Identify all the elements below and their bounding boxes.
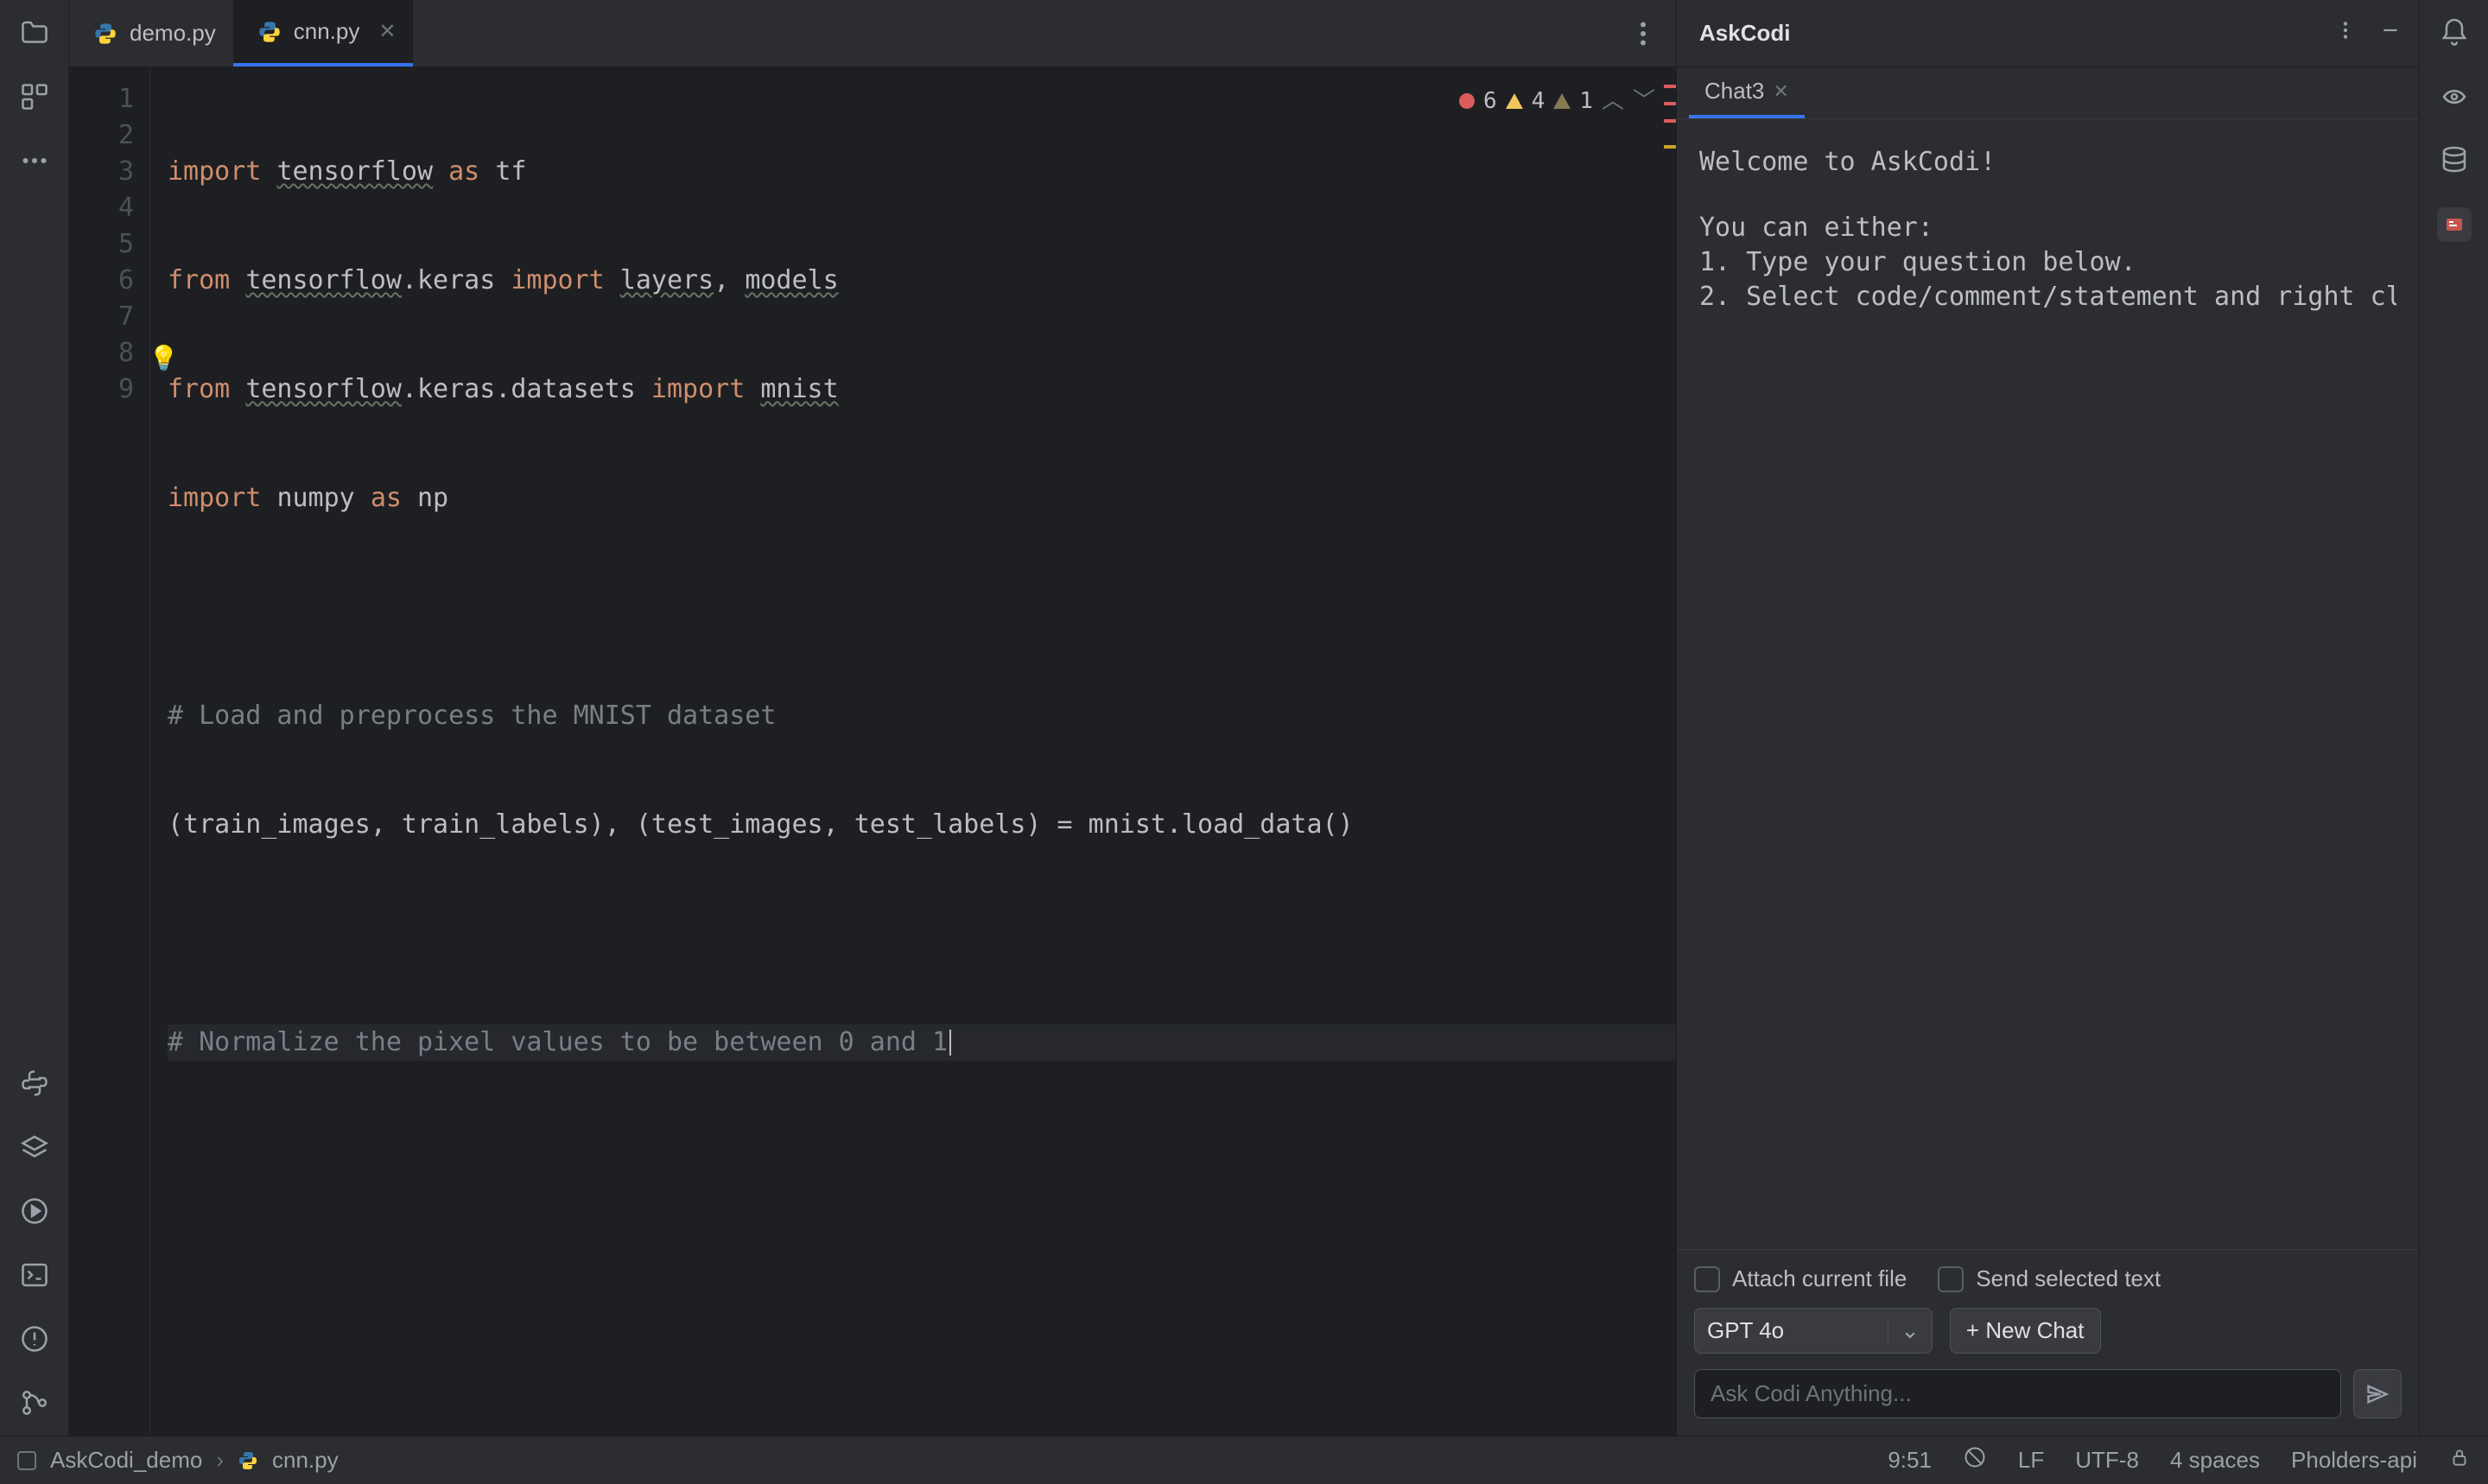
chevron-down-icon: ⌄ (1888, 1317, 1920, 1344)
instruction-option-1: 1. Type your question below. (1699, 245, 2396, 280)
file-encoding[interactable]: UTF-8 (2075, 1447, 2139, 1474)
code-content[interactable]: import tensorflow as tf from tensorflow.… (150, 67, 1676, 1436)
model-value: GPT 4o (1707, 1317, 1784, 1344)
status-bar: AskCodi_demo › cnn.py 9:51 LF UTF-8 4 sp… (0, 1436, 2488, 1484)
readonly-lock-icon[interactable] (2448, 1446, 2471, 1474)
send-button[interactable] (2353, 1369, 2402, 1418)
send-selected-checkbox[interactable]: Send selected text (1938, 1265, 2161, 1292)
attach-file-checkbox[interactable]: Attach current file (1694, 1265, 1907, 1292)
intention-bulb-icon[interactable]: 💡 (149, 340, 179, 377)
chat-input-area: Attach current file Send selected text G… (1677, 1249, 2419, 1436)
breadcrumb-file[interactable]: cnn.py (272, 1447, 339, 1474)
inspections-widget[interactable]: 6 4 1 ︿ ﹀ (1459, 83, 1655, 119)
line-separator[interactable]: LF (2018, 1447, 2044, 1474)
structure-icon[interactable] (17, 79, 52, 114)
indent-setting[interactable]: 4 spaces (2170, 1447, 2260, 1474)
code-editor[interactable]: 1 2 3 4 5 6 7 8 9 import tensorflow as t… (69, 67, 1676, 1436)
packages-icon[interactable] (17, 1130, 52, 1164)
database-icon[interactable] (2437, 143, 2472, 178)
chat-tab-label: Chat3 (1704, 78, 1764, 105)
notifications-icon[interactable] (2437, 16, 2472, 50)
breadcrumb-project[interactable]: AskCodi_demo (50, 1447, 202, 1474)
chat-placeholder: Ask Codi Anything... (1710, 1380, 1912, 1406)
services-icon[interactable] (17, 1194, 52, 1228)
send-selected-label: Send selected text (1976, 1265, 2161, 1292)
panel-title: AskCodi (1699, 20, 1790, 47)
right-tool-rail (2419, 0, 2488, 1436)
chevron-right-icon: › (216, 1447, 224, 1474)
folder-icon[interactable] (17, 16, 52, 50)
problems-icon[interactable] (17, 1322, 52, 1356)
editor-pane: demo.py cnn.py ✕ 1 2 3 4 5 6 7 (69, 0, 1676, 1436)
warning-icon (1506, 93, 1523, 109)
api-status[interactable]: Pholders-api (2291, 1447, 2417, 1474)
editor-tab-bar: demo.py cnn.py ✕ (69, 0, 1676, 67)
chat-messages: Welcome to AskCodi! You can either: 1. T… (1677, 119, 2419, 1249)
tab-demo-py[interactable]: demo.py (69, 0, 233, 67)
weak-warning-icon (1553, 93, 1571, 109)
left-tool-rail (0, 0, 69, 1436)
python-console-icon[interactable] (17, 1066, 52, 1100)
tab-label: cnn.py (294, 18, 360, 45)
weak-count: 1 (1579, 83, 1593, 119)
indent-guides-icon[interactable] (1963, 1445, 1987, 1475)
chat-input[interactable]: Ask Codi Anything... (1694, 1369, 2341, 1418)
minimize-icon[interactable] (2379, 19, 2402, 48)
python-file-icon (238, 1450, 258, 1471)
askcodi-tool-icon[interactable] (2437, 207, 2472, 242)
chevron-up-icon[interactable]: ︿ (1602, 83, 1624, 119)
project-icon[interactable] (17, 1451, 36, 1470)
close-icon[interactable]: ✕ (378, 19, 396, 44)
tab-cnn-py[interactable]: cnn.py ✕ (233, 0, 414, 67)
instruction-option-2: 2. Select code/comment/statement and rig… (1699, 280, 2396, 314)
ai-assistant-icon[interactable] (2437, 79, 2472, 114)
more-icon[interactable] (17, 143, 52, 178)
warning-count: 4 (1532, 83, 1545, 119)
model-select[interactable]: GPT 4o ⌄ (1694, 1308, 1933, 1354)
attach-file-label: Attach current file (1732, 1265, 1907, 1292)
options-icon[interactable] (2334, 19, 2357, 48)
error-stripe[interactable] (1660, 67, 1676, 1436)
error-icon (1459, 93, 1475, 109)
chevron-down-icon[interactable]: ﹀ (1633, 83, 1655, 119)
tab-menu-icon[interactable] (1626, 16, 1660, 51)
vcs-icon[interactable] (17, 1386, 52, 1420)
cursor-position[interactable]: 9:51 (1888, 1447, 1932, 1474)
error-count: 6 (1483, 83, 1497, 119)
close-icon[interactable]: ✕ (1773, 80, 1788, 103)
tab-label: demo.py (130, 20, 216, 47)
new-chat-button[interactable]: + New Chat (1950, 1308, 2101, 1354)
terminal-icon[interactable] (17, 1258, 52, 1292)
line-number-gutter: 1 2 3 4 5 6 7 8 9 (69, 67, 150, 1436)
